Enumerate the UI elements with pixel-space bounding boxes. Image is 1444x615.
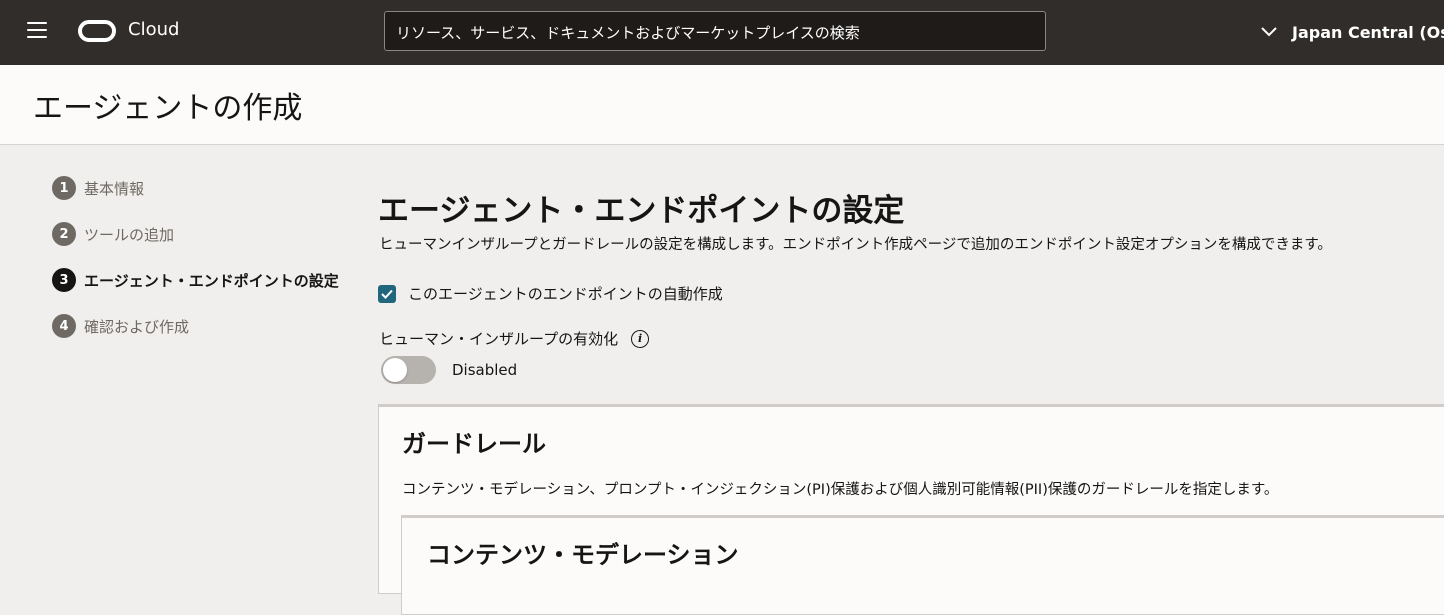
- region-label: Japan Central (Osa: [1292, 22, 1444, 42]
- section-description: ヒューマンインザループとガードレールの設定を構成します。エンドポイント作成ページ…: [379, 237, 1332, 253]
- toggle-state-label: Disabled: [452, 361, 518, 379]
- step-endpoint-config[interactable]: 3 エージェント・エンドポイントの設定: [52, 268, 339, 292]
- step-number: 2: [52, 222, 76, 246]
- checkmark-icon: [381, 289, 393, 299]
- step-label: エージェント・エンドポイントの設定: [84, 271, 339, 290]
- step-label: ツールの追加: [84, 225, 175, 244]
- toggle-knob: [383, 358, 407, 382]
- hitl-toggle-switch[interactable]: [381, 356, 436, 384]
- hitl-label: ヒューマン・インザループの有効化: [379, 330, 619, 348]
- top-navigation-bar: Cloud リソース、サービス、ドキュメントおよびマーケットプレイスの検索 Ja…: [0, 0, 1444, 65]
- brand-name[interactable]: Cloud: [128, 19, 179, 40]
- content-moderation-title: コンテンツ・モデレーション: [427, 541, 739, 569]
- step-basic-info[interactable]: 1 基本情報: [52, 176, 144, 200]
- hamburger-menu-icon[interactable]: [27, 22, 47, 40]
- step-number: 3: [52, 268, 76, 292]
- guardrails-description: コンテンツ・モデレーション、プロンプト・インジェクション(PI)保護および個人識…: [402, 482, 1279, 498]
- page-header: エージェントの作成: [0, 65, 1444, 145]
- hitl-toggle-row: Disabled: [381, 356, 517, 384]
- info-icon[interactable]: i: [631, 329, 650, 348]
- auto-create-label: このエージェントのエンドポイントの自動作成: [408, 285, 723, 303]
- step-review-create[interactable]: 4 確認および作成: [52, 314, 189, 338]
- content-moderation-panel: コンテンツ・モデレーション: [401, 515, 1444, 615]
- chevron-down-icon: [1261, 27, 1277, 37]
- region-selector[interactable]: Japan Central (Osa: [1258, 20, 1444, 44]
- step-number: 4: [52, 314, 76, 338]
- auto-create-endpoint-checkbox[interactable]: このエージェントのエンドポイントの自動作成: [378, 283, 723, 304]
- page-title: エージェントの作成: [33, 91, 303, 126]
- step-label: 確認および作成: [84, 317, 190, 336]
- search-input[interactable]: リソース、サービス、ドキュメントおよびマーケットプレイスの検索: [384, 11, 1046, 51]
- guardrails-panel: ガードレール コンテンツ・モデレーション、プロンプト・インジェクション(PI)保…: [378, 404, 1444, 615]
- step-number: 1: [52, 176, 76, 200]
- guardrails-title: ガードレール: [402, 430, 546, 458]
- human-in-the-loop-field: ヒューマン・インザループの有効化 i: [379, 328, 650, 349]
- checkbox-checked[interactable]: [378, 284, 396, 303]
- section-title: エージェント・エンドポイントの設定: [378, 193, 905, 229]
- step-add-tools[interactable]: 2 ツールの追加: [52, 222, 174, 246]
- oracle-logo[interactable]: [78, 20, 116, 42]
- step-label: 基本情報: [84, 179, 145, 198]
